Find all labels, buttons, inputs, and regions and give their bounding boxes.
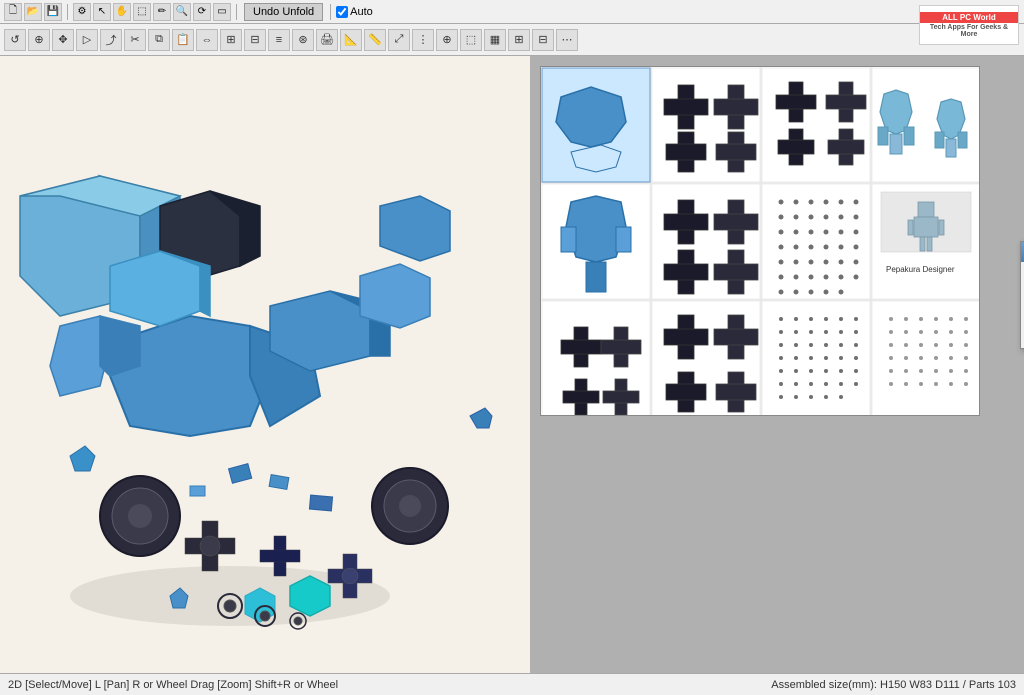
paper-designer-label: Pepakura Designer	[886, 265, 955, 274]
tb2-more3-icon[interactable]: ▦	[484, 29, 506, 51]
zoom-icon[interactable]: 🔍	[173, 3, 191, 21]
tb2-more6-icon[interactable]: ⋯	[556, 29, 578, 51]
tb2-rotate-icon[interactable]: ↺	[4, 29, 26, 51]
new-icon[interactable]: 🗋	[4, 3, 22, 21]
sep2	[236, 4, 237, 20]
statusbar: 2D [Select/Move] L [Pan] R or Wheel Drag…	[0, 673, 1024, 695]
paper-sheet: Pepakura Designer	[540, 66, 980, 416]
tb2-dots-icon[interactable]: ⋮	[412, 29, 434, 51]
tb2-fold-icon[interactable]: ⤴	[100, 29, 122, 51]
path-icon[interactable]: ⟳	[193, 3, 211, 21]
sep1	[67, 4, 68, 20]
tb2-print-icon[interactable]: 🖨	[316, 29, 338, 51]
settings-icon[interactable]: ⚙	[73, 3, 91, 21]
viewport-3d[interactable]	[0, 56, 530, 673]
tb2-align-icon[interactable]: ≡	[268, 29, 290, 51]
toolbar-top: 🗋 📂 💾 ⚙ ↖ ✋ ⬚ ✏ 🔍 ⟳ ▭ Undo Unfold Auto A…	[0, 0, 1024, 24]
tb2-flip-icon[interactable]: ⇔	[196, 29, 218, 51]
save-icon[interactable]: 💾	[44, 3, 62, 21]
tb2-zoom-icon[interactable]: ⊕	[28, 29, 50, 51]
tb2-more4-icon[interactable]: ⊞	[508, 29, 530, 51]
move-icon[interactable]: ✋	[113, 3, 131, 21]
statusbar-left: 2D [Select/Move] L [Pan] R or Wheel Drag…	[8, 679, 338, 691]
logo-area: ALL PC World Tech Apps For Geeks & More	[919, 5, 1019, 45]
sep3	[330, 4, 331, 20]
panel-2d: Pepakura Designer	[530, 56, 1024, 673]
tb2-paste-icon[interactable]: 📋	[172, 29, 194, 51]
main-area: Pepakura Designer	[0, 56, 1024, 673]
select-icon[interactable]: ⬚	[133, 3, 151, 21]
toolbar-second: ↺ ⊕ ✥ ▷ ⤴ ✂ ⧉ 📋 ⇔ ⊞ ⊟ ≡ ⊛ 🖨 📐 📏 ⤢ ⋮ ⊕ ⬚ …	[0, 24, 1024, 56]
tb2-ruler-icon[interactable]: 📏	[364, 29, 386, 51]
auto-label: Auto	[350, 6, 373, 18]
auto-checkbox[interactable]	[336, 6, 348, 18]
tb2-copy-icon[interactable]: ⧉	[148, 29, 170, 51]
tb2-pan-icon[interactable]: ✥	[52, 29, 74, 51]
tb2-more5-icon[interactable]: ⊟	[532, 29, 554, 51]
tb2-cut-icon[interactable]: ✂	[124, 29, 146, 51]
tb2-select-icon[interactable]: ▷	[76, 29, 98, 51]
robot-3d-svg	[10, 116, 510, 646]
tb2-mirror-icon[interactable]: ⊞	[220, 29, 242, 51]
draw-icon[interactable]: ✏	[153, 3, 171, 21]
logo-title: ALL PC World	[920, 12, 1018, 23]
animation-dialog: Animation ✕ Speed Close ▶	[1020, 241, 1024, 349]
statusbar-right: Assembled size(mm): H150 W83 D111 / Part…	[771, 679, 1016, 691]
rect-icon[interactable]: ▭	[213, 3, 231, 21]
tb2-measure-icon[interactable]: 📐	[340, 29, 362, 51]
paper-content-svg: Pepakura Designer	[541, 67, 980, 416]
tb2-more2-icon[interactable]: ⬚	[460, 29, 482, 51]
tb2-scale-icon[interactable]: ⤢	[388, 29, 410, 51]
auto-checkbox-container: Auto	[336, 6, 373, 18]
cursor-icon[interactable]: ↖	[93, 3, 111, 21]
logo-subtitle: Tech Apps For Geeks & More	[920, 23, 1018, 39]
tb2-arrange-icon[interactable]: ⊛	[292, 29, 314, 51]
open-icon[interactable]: 📂	[24, 3, 42, 21]
undo-unfold-button[interactable]: Undo Unfold	[244, 3, 323, 21]
tb2-grid-icon[interactable]: ⊟	[244, 29, 266, 51]
tb2-more1-icon[interactable]: ⊕	[436, 29, 458, 51]
